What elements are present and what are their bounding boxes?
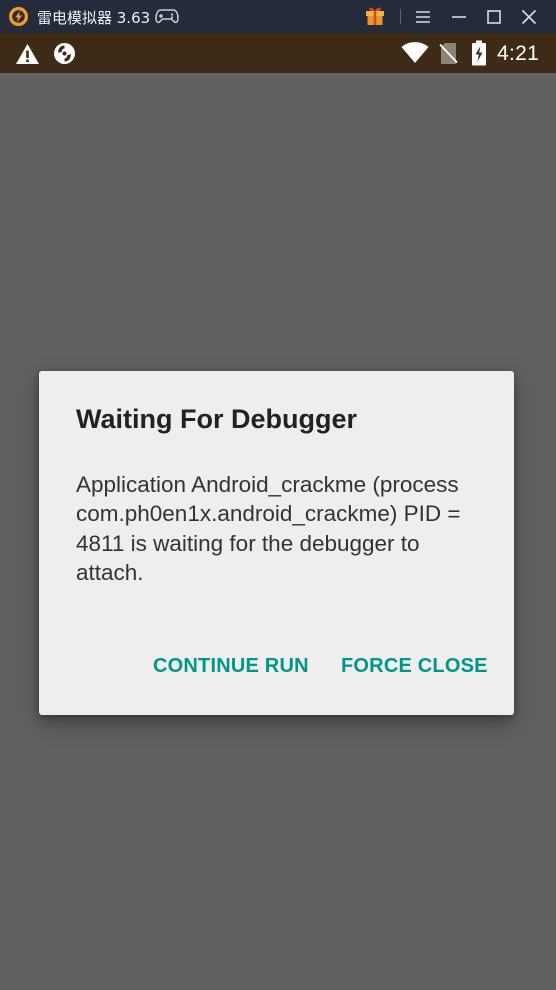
no-sim-icon xyxy=(439,43,458,64)
waiting-for-debugger-dialog: Waiting For Debugger Application Android… xyxy=(39,371,514,715)
close-icon[interactable] xyxy=(518,6,540,28)
continue-run-button[interactable]: CONTINUE RUN xyxy=(153,655,309,678)
force-close-button[interactable]: FORCE CLOSE xyxy=(341,655,488,678)
warning-icon xyxy=(16,44,39,64)
app-logo-icon xyxy=(8,6,29,27)
clock: 4:21 xyxy=(497,42,540,65)
wifi-icon xyxy=(401,42,429,63)
gift-icon[interactable] xyxy=(365,5,385,26)
dialog-message: Application Android_crackme (process com… xyxy=(76,472,461,585)
menu-icon[interactable] xyxy=(412,6,434,28)
minimize-icon[interactable] xyxy=(448,6,470,28)
maximize-icon[interactable] xyxy=(483,6,505,28)
emulator-title: 雷电模拟器 3.63 xyxy=(37,9,151,27)
emulator-title-bar: 雷电模拟器 3.63 xyxy=(0,0,556,33)
sync-icon xyxy=(54,43,75,64)
title-bar-separator xyxy=(400,9,401,24)
dialog-title: Waiting For Debugger xyxy=(76,404,357,434)
battery-charging-icon xyxy=(472,40,486,66)
android-status-bar: 4:21 xyxy=(0,33,556,73)
gamepad-icon[interactable] xyxy=(155,8,179,25)
